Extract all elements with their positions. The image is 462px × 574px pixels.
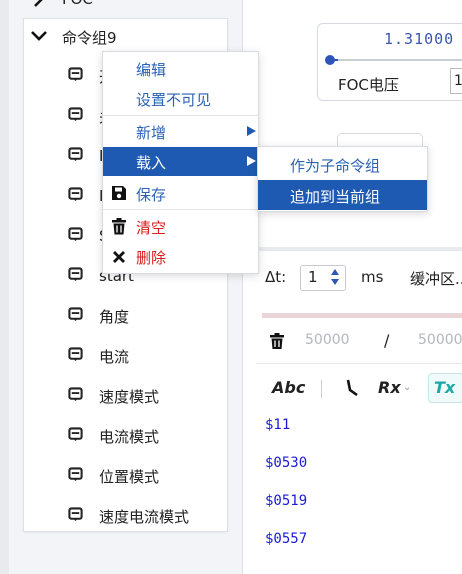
submenu-arrow-icon (247, 126, 256, 136)
dt-value[interactable]: 1 (308, 268, 318, 286)
menu-item-save[interactable]: 保存 (103, 179, 258, 208)
text-mode-button[interactable]: Abc (272, 378, 305, 397)
slider-track[interactable] (330, 59, 462, 61)
command-icon (68, 267, 83, 282)
buffer-label: 缓冲区... (410, 270, 462, 288)
tree-item-label: 电流 (99, 347, 130, 366)
trash-icon (112, 218, 126, 235)
command-icon (68, 227, 83, 242)
menu-separator (103, 115, 258, 116)
tree-item-label: 位置模式 (99, 467, 160, 486)
buffer-separator: / (384, 331, 390, 350)
context-menu: 编辑 设置不可见 新增 载入 保存 清空 删除 (102, 51, 259, 274)
tree-item-label: 速度模式 (99, 387, 160, 406)
output-line: $0557 (265, 531, 308, 547)
command-icon (68, 427, 83, 442)
close-icon (113, 251, 125, 263)
foc-voltage-input[interactable]: 1 (450, 68, 462, 94)
menu-item-add[interactable]: 新增 (103, 117, 258, 146)
submenu-item-as-subgroup[interactable]: 作为子命令组 (258, 149, 427, 179)
menu-item-hide[interactable]: 设置不可见 (103, 84, 258, 113)
menu-item-delete[interactable]: 删除 (103, 242, 258, 271)
command-icon (68, 187, 83, 202)
output-line: $0530 (265, 455, 308, 471)
rx-button[interactable]: Rx (378, 378, 401, 397)
submenu-item-append[interactable]: 追加到当前组 (258, 180, 427, 210)
tree-group-label[interactable]: 命令组9 (62, 27, 117, 48)
menu-item-edit[interactable]: 编辑 (103, 54, 258, 83)
command-icon (68, 67, 83, 82)
command-icon (68, 467, 83, 482)
line-break-icon[interactable] (344, 378, 360, 398)
foc-voltage-label: FOC电压 (338, 76, 399, 94)
spinner-arrows-icon[interactable] (329, 267, 341, 287)
toolbar-divider (321, 380, 322, 398)
tree-item-label: 电流模式 (99, 427, 160, 446)
command-icon (68, 387, 83, 402)
submenu-arrow-icon (247, 156, 256, 166)
command-icon (68, 307, 83, 322)
menu-item-load[interactable]: 载入 (103, 147, 258, 176)
chevron-right-icon[interactable] (30, 0, 46, 8)
tree-item-label: 角度 (99, 307, 130, 326)
dt-unit: ms (361, 268, 384, 286)
menu-separator (103, 209, 258, 210)
output-line: $0519 (265, 493, 308, 509)
command-icon (68, 507, 83, 522)
foc-voltage-value: 1.31000 (384, 30, 455, 48)
load-submenu: 作为子命令组 追加到当前组 (257, 146, 428, 212)
menu-item-clear[interactable]: 清空 (103, 212, 258, 241)
buffer-total: 50000 (418, 332, 462, 348)
progress-divider (262, 313, 462, 318)
tree-item-foc[interactable]: FOC (62, 0, 93, 8)
chevron-down-icon[interactable] (30, 29, 48, 43)
slider-handle[interactable] (325, 55, 335, 65)
buffer-count: 50000 (305, 332, 350, 348)
trash-icon[interactable] (268, 332, 286, 350)
tx-label: Tx (434, 378, 456, 397)
save-icon (112, 186, 126, 200)
output-line: $11 (265, 417, 291, 433)
command-icon (68, 107, 83, 122)
dt-label: Δt: (265, 268, 287, 286)
divider (256, 247, 462, 251)
tree-item-label: 速度电流模式 (99, 507, 190, 526)
command-icon (68, 347, 83, 362)
left-edge-strip (0, 0, 9, 574)
divider (256, 363, 462, 364)
chevron-down-icon[interactable]: ⌄ (403, 382, 411, 393)
command-icon (68, 147, 83, 162)
